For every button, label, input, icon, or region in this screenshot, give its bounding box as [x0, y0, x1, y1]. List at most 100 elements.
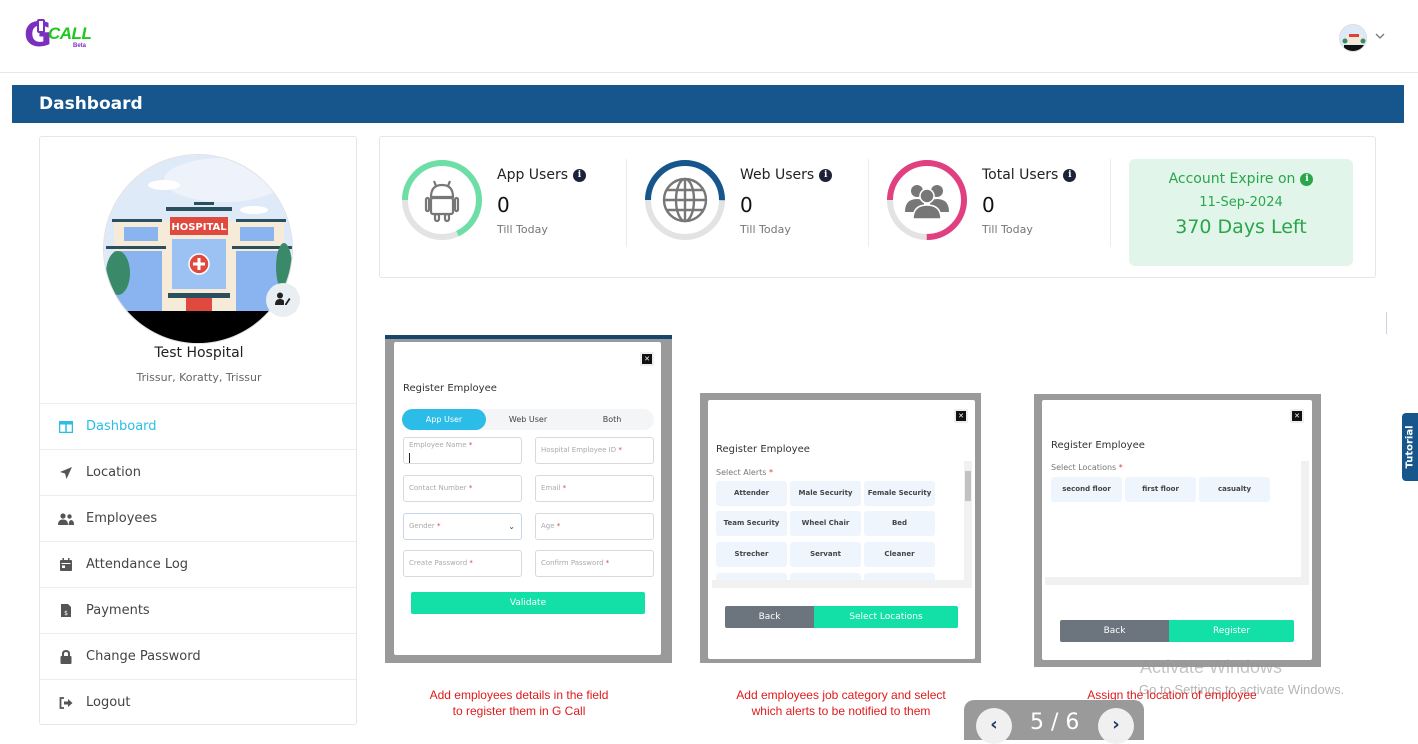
- confirm-password-field[interactable]: Confirm Password *: [535, 550, 654, 577]
- prev-slide-button[interactable]: ‹: [976, 708, 1012, 744]
- close-icon[interactable]: ✕: [954, 409, 968, 423]
- stat-subtitle: Till Today: [982, 223, 1033, 236]
- section-label: Select Alerts: [716, 468, 767, 477]
- create-password-field[interactable]: Create Password *: [403, 550, 522, 577]
- segment-both[interactable]: Both: [570, 409, 654, 430]
- gcall-logo[interactable]: G CALL Beta: [24, 16, 94, 56]
- segment-app-user[interactable]: App User: [402, 409, 486, 430]
- edit-profile-button[interactable]: [266, 283, 300, 317]
- stat-subtitle: Till Today: [497, 223, 548, 236]
- chevron-right-icon: ›: [1112, 714, 1120, 735]
- divider: [1110, 159, 1111, 247]
- email-field[interactable]: Email *: [535, 475, 654, 502]
- info-icon[interactable]: i: [573, 168, 587, 182]
- divider: [1386, 312, 1387, 334]
- alert-chip[interactable]: Male Security: [790, 481, 861, 506]
- alert-chip[interactable]: Servant: [790, 542, 861, 567]
- register-button[interactable]: Register: [1169, 620, 1294, 642]
- field-label: Contact Number: [409, 484, 467, 492]
- alert-chip[interactable]: [790, 573, 861, 580]
- gender-select[interactable]: Gender * ⌄: [403, 513, 522, 540]
- sidebar-item-dashboard[interactable]: Dashboard: [40, 403, 356, 449]
- activate-windows-watermark: Activate Windows: [1140, 657, 1283, 677]
- logo-beta-badge: Beta: [73, 43, 87, 49]
- lock-icon: [58, 649, 74, 665]
- tutorial-slide-1: ✕ Register Employee App User Web User Bo…: [385, 335, 672, 663]
- alert-chip[interactable]: Wheel Chair: [790, 511, 861, 536]
- back-button[interactable]: Back: [725, 606, 814, 628]
- alert-chip[interactable]: Cleaner: [864, 542, 935, 567]
- contact-number-field[interactable]: Contact Number *: [403, 475, 522, 502]
- close-icon[interactable]: ✕: [640, 352, 654, 366]
- field-label: Confirm Password: [541, 559, 604, 567]
- account-days-left: 370 Days Left: [1175, 216, 1307, 238]
- register-employee-modal: ✕ Register Employee Select Alerts * Atte…: [708, 400, 975, 659]
- stat-total-users: Total Users i 0 Till Today: [886, 159, 1126, 241]
- alert-chip[interactable]: [716, 573, 787, 580]
- hospital-profile-image: HOSPITAL: [103, 154, 293, 344]
- stat-value: 0: [740, 193, 753, 217]
- required-mark: *: [468, 441, 473, 449]
- select-locations-button[interactable]: Select Locations: [814, 606, 958, 628]
- top-header: G CALL Beta: [0, 0, 1418, 73]
- field-label: Gender: [409, 522, 435, 530]
- user-avatar[interactable]: [1339, 24, 1367, 52]
- alert-chip[interactable]: Bed: [864, 511, 935, 536]
- sidebar-item-payments[interactable]: $ Payments: [40, 587, 356, 633]
- alert-chip[interactable]: Attender: [716, 481, 787, 506]
- vertical-scrollbar[interactable]: [1301, 461, 1309, 577]
- sidebar-item-label: Location: [86, 465, 141, 480]
- employee-name-field[interactable]: Employee Name *: [403, 437, 522, 464]
- info-icon[interactable]: i: [1300, 172, 1314, 186]
- back-button[interactable]: Back: [1060, 620, 1169, 642]
- modal-title: Register Employee: [403, 383, 497, 394]
- chevron-down-icon[interactable]: [1374, 30, 1386, 42]
- alert-chip[interactable]: Female Security: [864, 481, 935, 506]
- sidebar-item-logout[interactable]: Logout: [40, 679, 356, 725]
- invoice-dollar-icon: $: [58, 603, 74, 619]
- user-edit-icon: [275, 291, 291, 310]
- horizontal-scrollbar[interactable]: [712, 580, 972, 588]
- location-chip[interactable]: first floor: [1125, 477, 1196, 502]
- calendar-icon: [58, 557, 74, 573]
- required-mark: *: [605, 559, 610, 567]
- sidebar-item-location[interactable]: Location: [40, 449, 356, 495]
- sidebar-item-label: Payments: [86, 603, 150, 618]
- field-label: Create Password: [409, 559, 468, 567]
- segment-web-user[interactable]: Web User: [486, 409, 570, 430]
- close-icon[interactable]: ✕: [1290, 409, 1304, 423]
- stat-label-text: App Users: [497, 167, 569, 183]
- location-chip[interactable]: casualty: [1199, 477, 1270, 502]
- scrollbar-thumb[interactable]: [965, 471, 971, 501]
- location-chip[interactable]: second floor: [1051, 477, 1122, 502]
- chevron-left-icon: ‹: [990, 714, 998, 735]
- stat-app-users: App Users i 0 Till Today: [401, 159, 641, 241]
- vertical-scrollbar[interactable]: [964, 461, 972, 580]
- hospital-name: Test Hospital: [154, 345, 244, 361]
- horizontal-scrollbar[interactable]: [1045, 577, 1309, 585]
- info-icon[interactable]: i: [1063, 168, 1077, 182]
- sidebar-item-change-password[interactable]: Change Password: [40, 633, 356, 679]
- validate-button[interactable]: Validate: [411, 592, 645, 614]
- sidebar-item-label: Attendance Log: [86, 557, 189, 572]
- alert-chip[interactable]: [864, 573, 935, 580]
- age-field[interactable]: Age *: [535, 513, 654, 540]
- sidebar-item-employees[interactable]: Employees: [40, 495, 356, 541]
- tutorial-tab[interactable]: Tutorial: [1402, 413, 1418, 481]
- caption-line: Add employees details in the field: [429, 688, 609, 702]
- dashboard-columns-icon: [58, 419, 74, 435]
- stat-subtitle: Till Today: [740, 223, 791, 236]
- users-icon: [58, 511, 74, 527]
- alert-chip[interactable]: Strecher: [716, 542, 787, 567]
- alert-chip[interactable]: Team Security: [716, 511, 787, 536]
- info-icon[interactable]: i: [819, 168, 833, 182]
- sidebar-item-attendance-log[interactable]: Attendance Log: [40, 541, 356, 587]
- account-expiry-title-text: Account Expire on: [1168, 171, 1296, 187]
- next-slide-button[interactable]: ›: [1098, 708, 1134, 744]
- tutorial-slide-3: ✕ Register Employee Select Locations * s…: [1034, 394, 1321, 667]
- hospital-employee-id-field[interactable]: Hospital Employee ID *: [535, 437, 654, 464]
- stat-label: App Users i: [497, 167, 587, 183]
- stat-label-text: Total Users: [982, 167, 1059, 183]
- sidebar-item-label: Change Password: [86, 649, 201, 664]
- account-expiry-title: Account Expire on i: [1129, 171, 1353, 187]
